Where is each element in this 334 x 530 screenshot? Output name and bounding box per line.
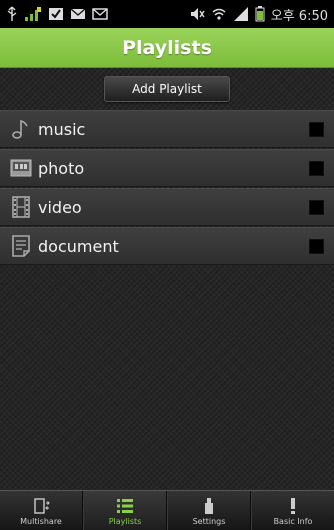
status-system: 오후 6:50 — [189, 5, 328, 24]
playlist-list: music photo video document — [0, 110, 334, 265]
status-bar: 오후 6:50 — [0, 0, 334, 28]
tab-basic-info[interactable]: Basic Info — [251, 491, 334, 530]
signal-bars-icon — [24, 6, 42, 22]
playlist-item-checkbox[interactable] — [309, 121, 324, 137]
playlist-content: Add Playlist music photo video document — [0, 68, 334, 490]
tab-label: Multishare — [20, 516, 62, 526]
tab-multishare[interactable]: Multishare — [0, 491, 83, 530]
status-time: 오후 6:50 — [270, 8, 328, 24]
document-icon — [10, 234, 32, 258]
playlist-item-label: photo — [38, 158, 85, 178]
tab-playlists[interactable]: Playlists — [83, 491, 167, 530]
add-playlist-button[interactable]: Add Playlist — [104, 76, 230, 102]
film-icon — [10, 195, 32, 219]
usb-icon — [6, 6, 18, 22]
multishare-icon — [32, 496, 50, 516]
music-note-icon — [10, 117, 32, 141]
mail-icon — [92, 6, 108, 22]
playlist-item-checkbox[interactable] — [309, 160, 324, 176]
playlist-item-video[interactable]: video — [0, 188, 334, 226]
playlist-item-checkbox[interactable] — [309, 238, 324, 254]
tab-label: Playlists — [108, 516, 142, 526]
add-row: Add Playlist — [0, 68, 334, 110]
mail-icon — [70, 6, 86, 22]
title-bar: Playlists — [0, 28, 334, 68]
playlist-item-document[interactable]: document — [0, 227, 334, 265]
wifi-icon — [211, 6, 227, 22]
tab-label: Basic Info — [273, 516, 313, 526]
playlist-item-music[interactable]: music — [0, 110, 334, 148]
playlist-item-label: video — [38, 197, 82, 217]
photo-icon — [10, 156, 32, 180]
status-notifications — [6, 6, 108, 22]
playlist-item-label: music — [38, 119, 86, 139]
tab-label: Settings — [192, 516, 226, 526]
page-title: Playlists — [122, 36, 212, 59]
bottom-tab-bar: Multishare Playlists Settings Basic Info — [0, 490, 334, 530]
mute-icon — [189, 6, 205, 22]
playlist-item-photo[interactable]: photo — [0, 149, 334, 187]
list-icon — [116, 496, 134, 516]
settings-icon — [202, 496, 216, 516]
playlist-item-checkbox[interactable] — [309, 199, 324, 215]
info-icon — [288, 496, 298, 516]
cell-signal-icon — [233, 6, 249, 22]
playlist-item-label: document — [38, 236, 119, 256]
battery-icon — [255, 6, 265, 22]
tab-settings[interactable]: Settings — [167, 491, 251, 530]
checkbox-icon — [48, 6, 64, 22]
